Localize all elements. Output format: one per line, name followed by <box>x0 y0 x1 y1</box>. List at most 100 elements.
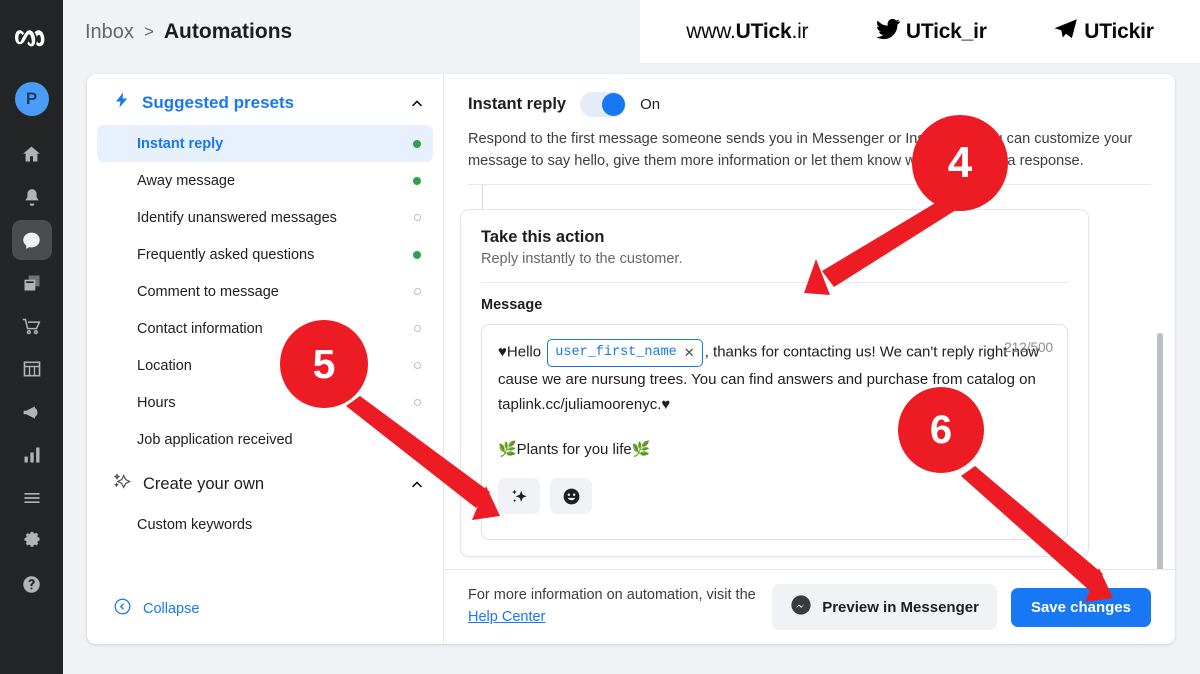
suggested-presets-header[interactable]: Suggested presets <box>87 74 443 125</box>
chevron-up-icon[interactable] <box>409 476 425 492</box>
instant-reply-toggle[interactable] <box>580 92 627 117</box>
preset-list: Instant reply Away message Identify unan… <box>87 125 443 458</box>
close-icon[interactable]: ✕ <box>684 342 695 364</box>
bell-icon[interactable] <box>12 177 52 217</box>
help-center-link[interactable]: Help Center <box>468 609 545 625</box>
watermark-twitter: UTick_ir <box>873 16 987 47</box>
action-card-subtitle: Reply instantly to the customer. <box>481 251 683 268</box>
help-circle-icon[interactable] <box>12 564 52 604</box>
detail-panel: Instant reply On Respond to the first me… <box>444 74 1175 644</box>
preset-item-job-application-received[interactable]: Job application received <box>97 421 433 458</box>
chevron-up-icon[interactable] <box>409 95 425 111</box>
action-card-title: Take this action <box>481 228 605 247</box>
status-dot <box>414 214 421 221</box>
bar-chart-icon[interactable] <box>12 435 52 475</box>
footer-text: For more information on automation, visi… <box>468 587 756 604</box>
preset-label: Comment to message <box>137 283 279 300</box>
home-icon[interactable] <box>12 134 52 174</box>
watermark-twitter-handle: UTick_ir <box>905 19 987 43</box>
chevron-left-circle-icon <box>113 597 132 620</box>
personalization-chip[interactable]: user_first_name ✕ <box>547 339 703 367</box>
preset-item-comment-to-message[interactable]: Comment to message <box>97 273 433 310</box>
presets-panel: Suggested presets Instant reply Away mes… <box>87 74 444 644</box>
create-your-own-label: Create your own <box>143 474 265 493</box>
breadcrumb: Inbox > Automations <box>85 20 292 44</box>
status-dot <box>413 139 421 148</box>
preset-label: Location <box>137 357 192 374</box>
flow-connector-line <box>482 185 483 212</box>
watermark-website: www.UTick.ir <box>686 20 808 44</box>
preset-label: Job application received <box>137 431 293 448</box>
preset-label: Away message <box>137 172 236 189</box>
automations-screen: P Inbox > Automations www.UTick.ir UTick… <box>0 0 1200 674</box>
message-lead-emoji: ♥ <box>498 343 507 361</box>
preset-label: Instant reply <box>137 135 224 152</box>
chip-label: user_first_name <box>555 345 677 361</box>
preset-item-instant-reply[interactable]: Instant reply <box>97 125 433 162</box>
avatar[interactable]: P <box>14 82 49 116</box>
status-dot <box>413 176 421 185</box>
create-your-own-list: Custom keywords <box>87 506 443 543</box>
status-dot <box>414 362 421 369</box>
meta-logo-icon[interactable] <box>12 22 52 56</box>
footer-help-text: For more information on automation, visi… <box>468 585 758 629</box>
watermark-bar: www.UTick.ir UTick_ir UTickir <box>640 0 1200 63</box>
messenger-icon <box>790 594 812 620</box>
preset-label: Contact information <box>137 320 263 337</box>
gear-icon[interactable] <box>12 521 52 561</box>
preset-item-hours[interactable]: Hours <box>97 384 433 421</box>
message-input[interactable]: 212/500 ♥Hello user_first_name ✕ , thank… <box>481 324 1068 541</box>
status-dot <box>414 399 421 406</box>
detail-header: Instant reply On Respond to the first me… <box>444 74 1175 186</box>
watermark-telegram: UTickir <box>1051 16 1154 47</box>
message-toolbar <box>498 478 1051 515</box>
create-your-own-header[interactable]: Create your own <box>87 458 443 506</box>
breadcrumb-inbox[interactable]: Inbox <box>85 21 134 44</box>
personalize-sparkle-icon[interactable] <box>498 478 540 515</box>
message-field-label: Message <box>481 297 543 314</box>
preview-button-label: Preview in Messenger <box>822 598 979 616</box>
twitter-bird-icon <box>873 16 903 47</box>
preset-item-away-message[interactable]: Away message <box>97 162 433 199</box>
message-second-line: 🌿Plants for you life🌿 <box>498 441 651 459</box>
suggested-presets-label: Suggested presets <box>142 92 295 112</box>
preset-item-contact-information[interactable]: Contact information <box>97 310 433 347</box>
detail-scrollbar[interactable] <box>1157 333 1163 569</box>
take-action-card: Take this action Reply instantly to the … <box>460 209 1089 558</box>
emoji-picker-icon[interactable] <box>550 478 592 515</box>
watermark-telegram-handle: UTickir <box>1084 19 1154 43</box>
preset-label: Custom keywords <box>137 516 253 533</box>
preset-item-frequently-asked-questions[interactable]: Frequently asked questions <box>97 236 433 273</box>
watermark-site-name: UTick <box>735 19 792 43</box>
character-counter: 212/500 <box>1004 340 1053 356</box>
message-trail-emoji: ♥ <box>661 396 671 414</box>
preset-label: Frequently asked questions <box>137 246 315 263</box>
collapse-button[interactable]: Collapse <box>113 597 199 620</box>
watermark-site-prefix: www. <box>686 19 736 43</box>
preset-label: Identify unanswered messages <box>137 209 337 226</box>
detail-footer: For more information on automation, visi… <box>444 569 1175 644</box>
top-bar: Inbox > Automations www.UTick.ir UTick_i… <box>63 0 1200 63</box>
preset-item-location[interactable]: Location <box>97 347 433 384</box>
rail-icon-list <box>0 134 63 604</box>
chat-bubble-icon[interactable] <box>11 220 52 260</box>
preview-in-messenger-button[interactable]: Preview in Messenger <box>772 584 997 630</box>
page-title: Automations <box>163 20 293 43</box>
preset-item-identify-unanswered-messages[interactable]: Identify unanswered messages <box>97 199 433 236</box>
megaphone-icon[interactable] <box>12 392 52 432</box>
menu-icon[interactable] <box>12 478 52 518</box>
shopping-cart-icon[interactable] <box>12 306 52 346</box>
telegram-icon <box>1051 16 1081 47</box>
breadcrumb-separator-icon: > <box>143 22 154 41</box>
instant-reply-title: Instant reply <box>468 95 567 113</box>
toggle-state-label: On <box>640 96 661 113</box>
watermark-site-suffix: .ir <box>791 19 809 43</box>
sparkle-icon <box>113 472 132 496</box>
automations-card: Suggested presets Instant reply Away mes… <box>87 74 1175 644</box>
status-dot <box>414 288 421 295</box>
pages-icon[interactable] <box>12 263 52 303</box>
save-changes-button[interactable]: Save changes <box>1010 587 1151 627</box>
grid-table-icon[interactable] <box>12 349 52 389</box>
left-nav-rail: P <box>0 0 63 674</box>
preset-item-custom-keywords[interactable]: Custom keywords <box>97 506 433 543</box>
